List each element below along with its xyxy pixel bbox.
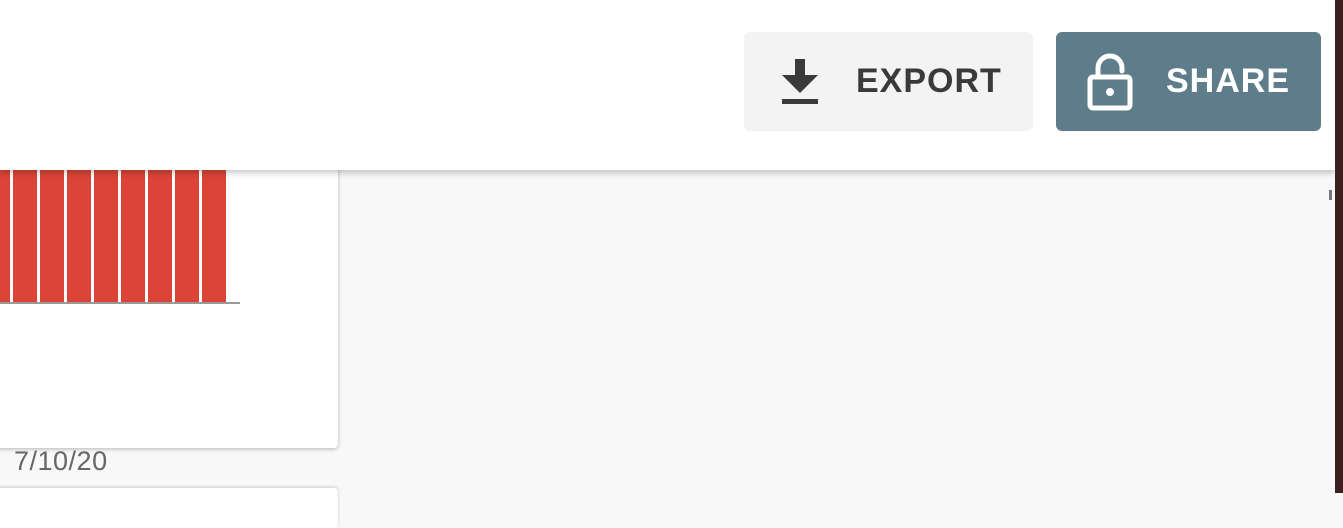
chart-bar (13, 160, 37, 303)
top-toolbar: EXPORT SHARE (0, 0, 1335, 170)
chart-bar (0, 160, 10, 303)
chart-bar (175, 160, 199, 303)
chart-bar (67, 160, 91, 303)
download-icon (778, 57, 822, 116)
chart-bar (94, 160, 118, 303)
share-button[interactable]: SHARE (1056, 32, 1321, 131)
next-card (0, 488, 338, 528)
bar-group (0, 160, 226, 303)
x-axis-tick-label: 7/10/20 (14, 446, 108, 476)
export-button-label: EXPORT (856, 62, 1002, 100)
scrollbar-marker (1329, 190, 1332, 200)
chart-bar (148, 160, 172, 303)
chart-bar (121, 160, 145, 303)
unlock-icon (1086, 53, 1134, 120)
export-button[interactable]: EXPORT (744, 32, 1033, 131)
share-button-label: SHARE (1166, 62, 1291, 100)
chart-bar (202, 160, 226, 303)
window-edge (1335, 0, 1343, 493)
chart-bar (40, 160, 64, 303)
